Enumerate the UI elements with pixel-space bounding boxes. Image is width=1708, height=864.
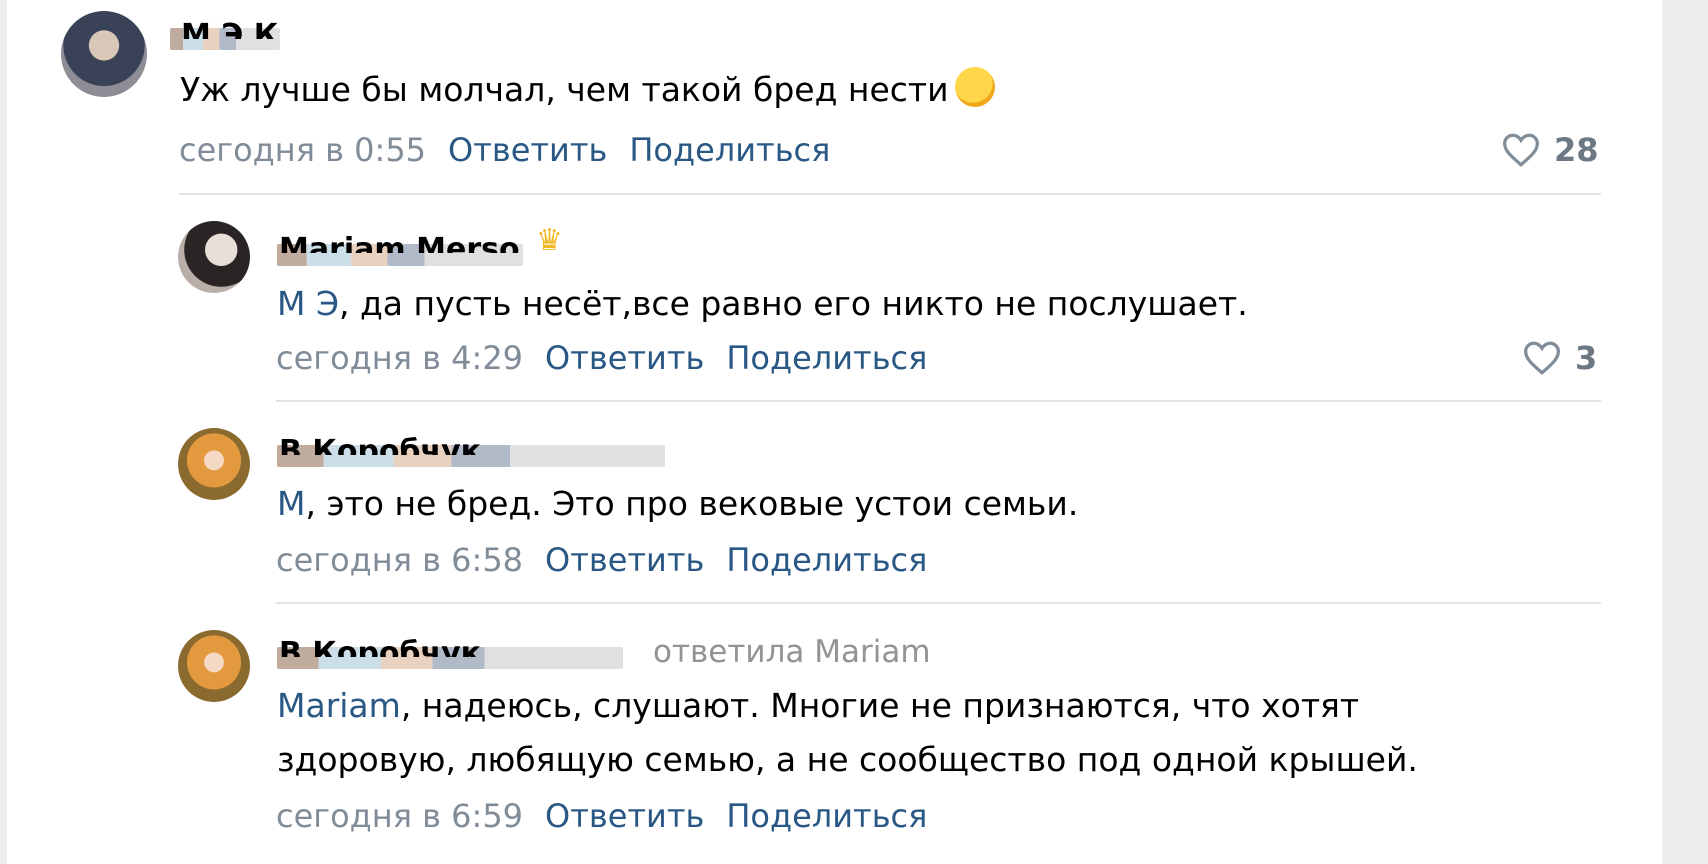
comment-body-line1: , надеюсь, слушают. Многие не признаются…	[400, 686, 1360, 725]
comment-divider	[276, 602, 1601, 604]
crown-icon: ♛	[536, 223, 563, 258]
avatar[interactable]	[61, 11, 147, 97]
kissing-face-emoji-icon	[954, 67, 995, 107]
reply-button[interactable]: Ответить	[545, 541, 704, 579]
comment-body: , это не бред. Это про вековые устои сем…	[305, 484, 1079, 523]
reply-button[interactable]: Ответить	[545, 339, 704, 377]
comment-text: Mariam, надеюсь, слушают. Многие не приз…	[277, 680, 1359, 732]
comment-text: Уж лучше бы молчал, чем такой бред нести	[180, 64, 995, 116]
like-count: 28	[1554, 131, 1599, 169]
comment-body: Уж лучше бы молчал, чем такой бред нести	[180, 70, 949, 109]
right-gutter	[1662, 0, 1708, 864]
comment-text-line2: здоровую, любящую семью, а не сообщество…	[277, 740, 1418, 779]
comment-meta: сегодня в 0:55 Ответить Поделиться	[179, 128, 830, 172]
comments-page: М Э К Уж лучше бы молчал, чем такой бред…	[0, 0, 1708, 864]
avatar[interactable]	[178, 630, 250, 702]
author-name[interactable]: Mariam Merso	[279, 235, 520, 253]
comment-meta: сегодня в 4:29 Ответить Поделиться	[276, 336, 927, 380]
like-button[interactable]: 28	[1500, 128, 1599, 172]
heart-icon	[1502, 133, 1540, 167]
share-button[interactable]: Поделиться	[629, 131, 830, 169]
share-button[interactable]: Поделиться	[726, 339, 927, 377]
comment-divider	[276, 400, 1601, 402]
like-count: 3	[1575, 339, 1598, 377]
like-button[interactable]: 3	[1521, 336, 1597, 380]
comment-text: М, это не бред. Это про вековые устои се…	[277, 478, 1078, 530]
comment-body: , да пусть несёт,все равно его никто не …	[339, 284, 1248, 323]
avatar[interactable]	[178, 221, 250, 293]
left-gutter	[0, 0, 7, 864]
comment-date[interactable]: сегодня в 6:59	[276, 797, 523, 835]
comment-meta: сегодня в 6:59 Ответить Поделиться	[276, 794, 927, 838]
comment-date[interactable]: сегодня в 0:55	[179, 131, 426, 169]
mention-link[interactable]: М	[277, 484, 305, 523]
replied-to-link[interactable]: ответила Mariam	[653, 632, 931, 672]
comment-date[interactable]: сегодня в 4:29	[276, 339, 523, 377]
author-name[interactable]: В Коробчук	[279, 639, 481, 657]
mention-link[interactable]: Mariam	[277, 686, 401, 725]
share-button[interactable]: Поделиться	[726, 541, 927, 579]
reply-button[interactable]: Ответить	[545, 797, 704, 835]
avatar[interactable]	[178, 428, 250, 500]
comment-meta: сегодня в 6:58 Ответить Поделиться	[276, 538, 927, 582]
mention-link[interactable]: М Э	[277, 284, 339, 323]
heart-icon	[1523, 341, 1561, 375]
comment-date[interactable]: сегодня в 6:58	[276, 541, 523, 579]
share-button[interactable]: Поделиться	[726, 797, 927, 835]
reply-button[interactable]: Ответить	[448, 131, 607, 169]
author-name[interactable]: В Коробчук	[279, 437, 481, 455]
comment-divider	[179, 193, 1601, 195]
author-name[interactable]: М Э К	[181, 21, 278, 39]
comment-text: М Э, да пусть несёт,все равно его никто …	[277, 278, 1248, 330]
